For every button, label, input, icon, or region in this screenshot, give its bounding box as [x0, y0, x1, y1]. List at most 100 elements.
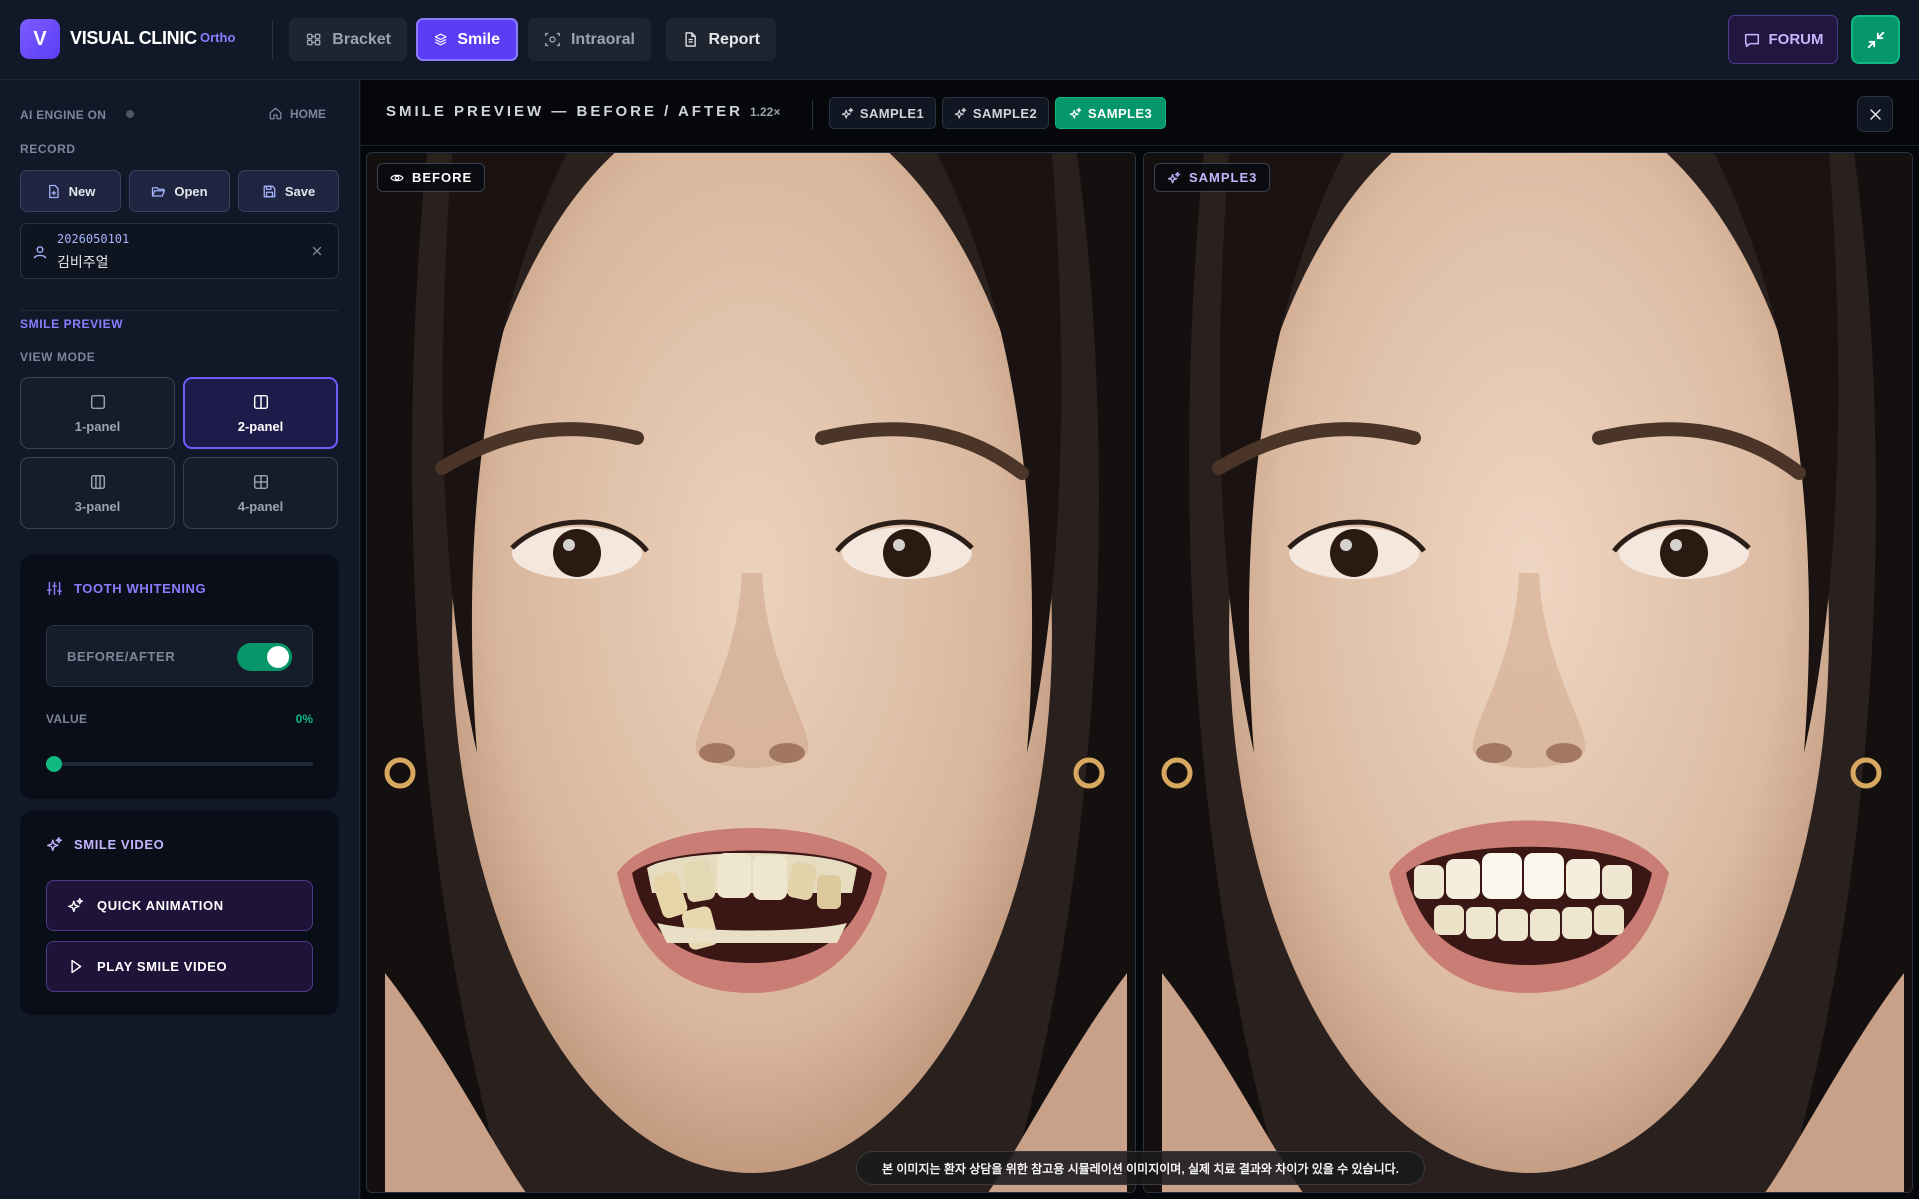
forum-label: FORUM: [1768, 31, 1824, 48]
before-badge-label: BEFORE: [412, 170, 473, 185]
patient-card[interactable]: 2026050101 김비주얼: [20, 223, 339, 279]
save-record-button[interactable]: Save: [238, 170, 339, 212]
view-mode-label-text: 3-panel: [74, 498, 121, 514]
tab-label: Intraoral: [570, 30, 635, 48]
save-label: Save: [284, 183, 316, 199]
two-panel-icon: [253, 394, 268, 409]
divider: [272, 20, 273, 60]
sample-label: SAMPLE1: [859, 105, 925, 121]
three-panel-icon: [90, 474, 105, 489]
quick-animation-label: QUICK ANIMATION: [97, 898, 224, 913]
sample-badge-label: SAMPLE3: [1189, 170, 1258, 185]
forum-button[interactable]: FORUM: [1728, 15, 1838, 64]
brand-subtitle: Ortho: [200, 30, 236, 45]
chat-icon: [1744, 33, 1759, 47]
before-photo-panel[interactable]: BEFORE: [366, 152, 1136, 1193]
zoom-level: 1.22×: [750, 105, 781, 119]
save-icon: [263, 185, 276, 197]
play-icon: [71, 959, 82, 974]
tab-bracket[interactable]: Bracket: [289, 18, 407, 61]
disclaimer-banner: 본 이미지는 환자 상담을 위한 참고용 시뮬레이션 이미지이며, 실제 치료 …: [856, 1151, 1425, 1185]
play-smile-video-button[interactable]: PLAY SMILE VIDEO: [46, 941, 313, 992]
tab-intraoral[interactable]: Intraoral: [528, 18, 651, 61]
bracket-grid-icon: [306, 33, 321, 46]
after-face-photo: [1144, 153, 1912, 1192]
sparkles-icon: [68, 898, 83, 913]
after-photo-panel[interactable]: SAMPLE3: [1143, 152, 1913, 1193]
sample-badge: SAMPLE3: [1154, 163, 1271, 192]
tab-label: Report: [708, 30, 760, 48]
before-after-row: BEFORE/AFTER: [46, 625, 313, 687]
tooth-whitening-panel: TOOTH WHITENING BEFORE/AFTER VALUE 0%: [20, 555, 339, 799]
whitening-title-text: TOOTH WHITENING: [74, 581, 207, 596]
top-bar: V VISUAL CLINIC Ortho Bracket Smile Intr…: [0, 0, 1919, 80]
smile-preview-label: SMILE PREVIEW: [20, 317, 124, 331]
sample3-button[interactable]: SAMPLE3: [1055, 97, 1166, 129]
view-mode-label-text: 4-panel: [237, 498, 284, 514]
smile-video-title-text: SMILE VIDEO: [74, 837, 165, 852]
app-logo[interactable]: V: [20, 19, 60, 59]
open-record-button[interactable]: Open: [129, 170, 230, 212]
close-icon: [1869, 108, 1881, 120]
collapse-view-button[interactable]: [1851, 15, 1900, 64]
sample-label: SAMPLE3: [1087, 105, 1153, 121]
open-label: Open: [174, 183, 208, 199]
home-icon: [269, 107, 282, 120]
layers-icon: [434, 33, 447, 46]
sliders-icon: [46, 581, 63, 596]
divider: [812, 100, 813, 130]
sample1-button[interactable]: SAMPLE1: [829, 97, 936, 129]
play-smile-video-label: PLAY SMILE VIDEO: [97, 959, 228, 974]
before-after-toggle[interactable]: [237, 643, 292, 671]
quick-animation-button[interactable]: QUICK ANIMATION: [46, 880, 313, 931]
home-link[interactable]: HOME: [268, 106, 326, 121]
sparkles-icon: [47, 837, 62, 852]
view-mode-label: VIEW MODE: [20, 350, 96, 364]
minimize-icon: [1867, 31, 1884, 48]
new-label: New: [68, 183, 96, 199]
tab-label: Smile: [457, 30, 500, 48]
smile-preview-main: SMILE PREVIEW — BEFORE / AFTER 1.22× SAM…: [361, 80, 1919, 1199]
home-label: HOME: [290, 106, 326, 121]
folder-open-icon: [152, 186, 166, 197]
preview-title: SMILE PREVIEW — BEFORE / AFTER: [386, 103, 743, 120]
view-mode-3-panel[interactable]: 3-panel: [20, 457, 175, 529]
whitening-slider-track[interactable]: [46, 762, 313, 766]
whitening-slider-handle[interactable]: [46, 756, 62, 772]
sparkles-icon: [841, 107, 854, 119]
close-preview-button[interactable]: [1857, 96, 1893, 132]
user-icon: [33, 246, 47, 259]
smile-video-title: SMILE VIDEO: [46, 836, 164, 853]
before-after-label: BEFORE/AFTER: [67, 649, 176, 664]
patient-name: 김비주얼: [57, 254, 109, 270]
brand-name: VISUAL CLINIC: [70, 28, 197, 48]
before-badge: BEFORE: [377, 163, 486, 192]
new-record-button[interactable]: New: [20, 170, 121, 212]
logo-letter: V: [33, 27, 47, 50]
tab-report[interactable]: Report: [666, 18, 776, 61]
sparkles-icon: [954, 107, 967, 119]
sample2-button[interactable]: SAMPLE2: [942, 97, 1049, 129]
whitening-title: TOOTH WHITENING: [46, 580, 206, 597]
tab-smile[interactable]: Smile: [416, 18, 518, 61]
view-mode-4-panel[interactable]: 4-panel: [183, 457, 338, 529]
sidebar: AI ENGINE ON HOME RECORD New Open Save 2…: [0, 80, 360, 1199]
record-section-label: RECORD: [20, 142, 76, 156]
four-panel-icon: [253, 474, 268, 489]
view-mode-label-text: 1-panel: [74, 418, 121, 434]
eye-icon: [390, 174, 404, 181]
sample-label: SAMPLE2: [972, 105, 1038, 121]
sparkles-icon: [1167, 171, 1181, 183]
document-icon: [685, 32, 696, 47]
view-mode-2-panel[interactable]: 2-panel: [183, 377, 338, 449]
before-face-photo: [367, 153, 1135, 1192]
file-plus-icon: [48, 184, 59, 198]
view-mode-1-panel[interactable]: 1-panel: [20, 377, 175, 449]
ai-engine-status-dot: [126, 110, 134, 118]
patient-id: 2026050101: [57, 232, 130, 246]
value-label: VALUE: [46, 712, 88, 726]
scan-icon: [545, 32, 560, 47]
clear-patient-icon[interactable]: [310, 244, 324, 258]
view-mode-label-text: 2-panel: [237, 418, 284, 434]
ai-engine-label: AI ENGINE ON: [20, 108, 107, 122]
